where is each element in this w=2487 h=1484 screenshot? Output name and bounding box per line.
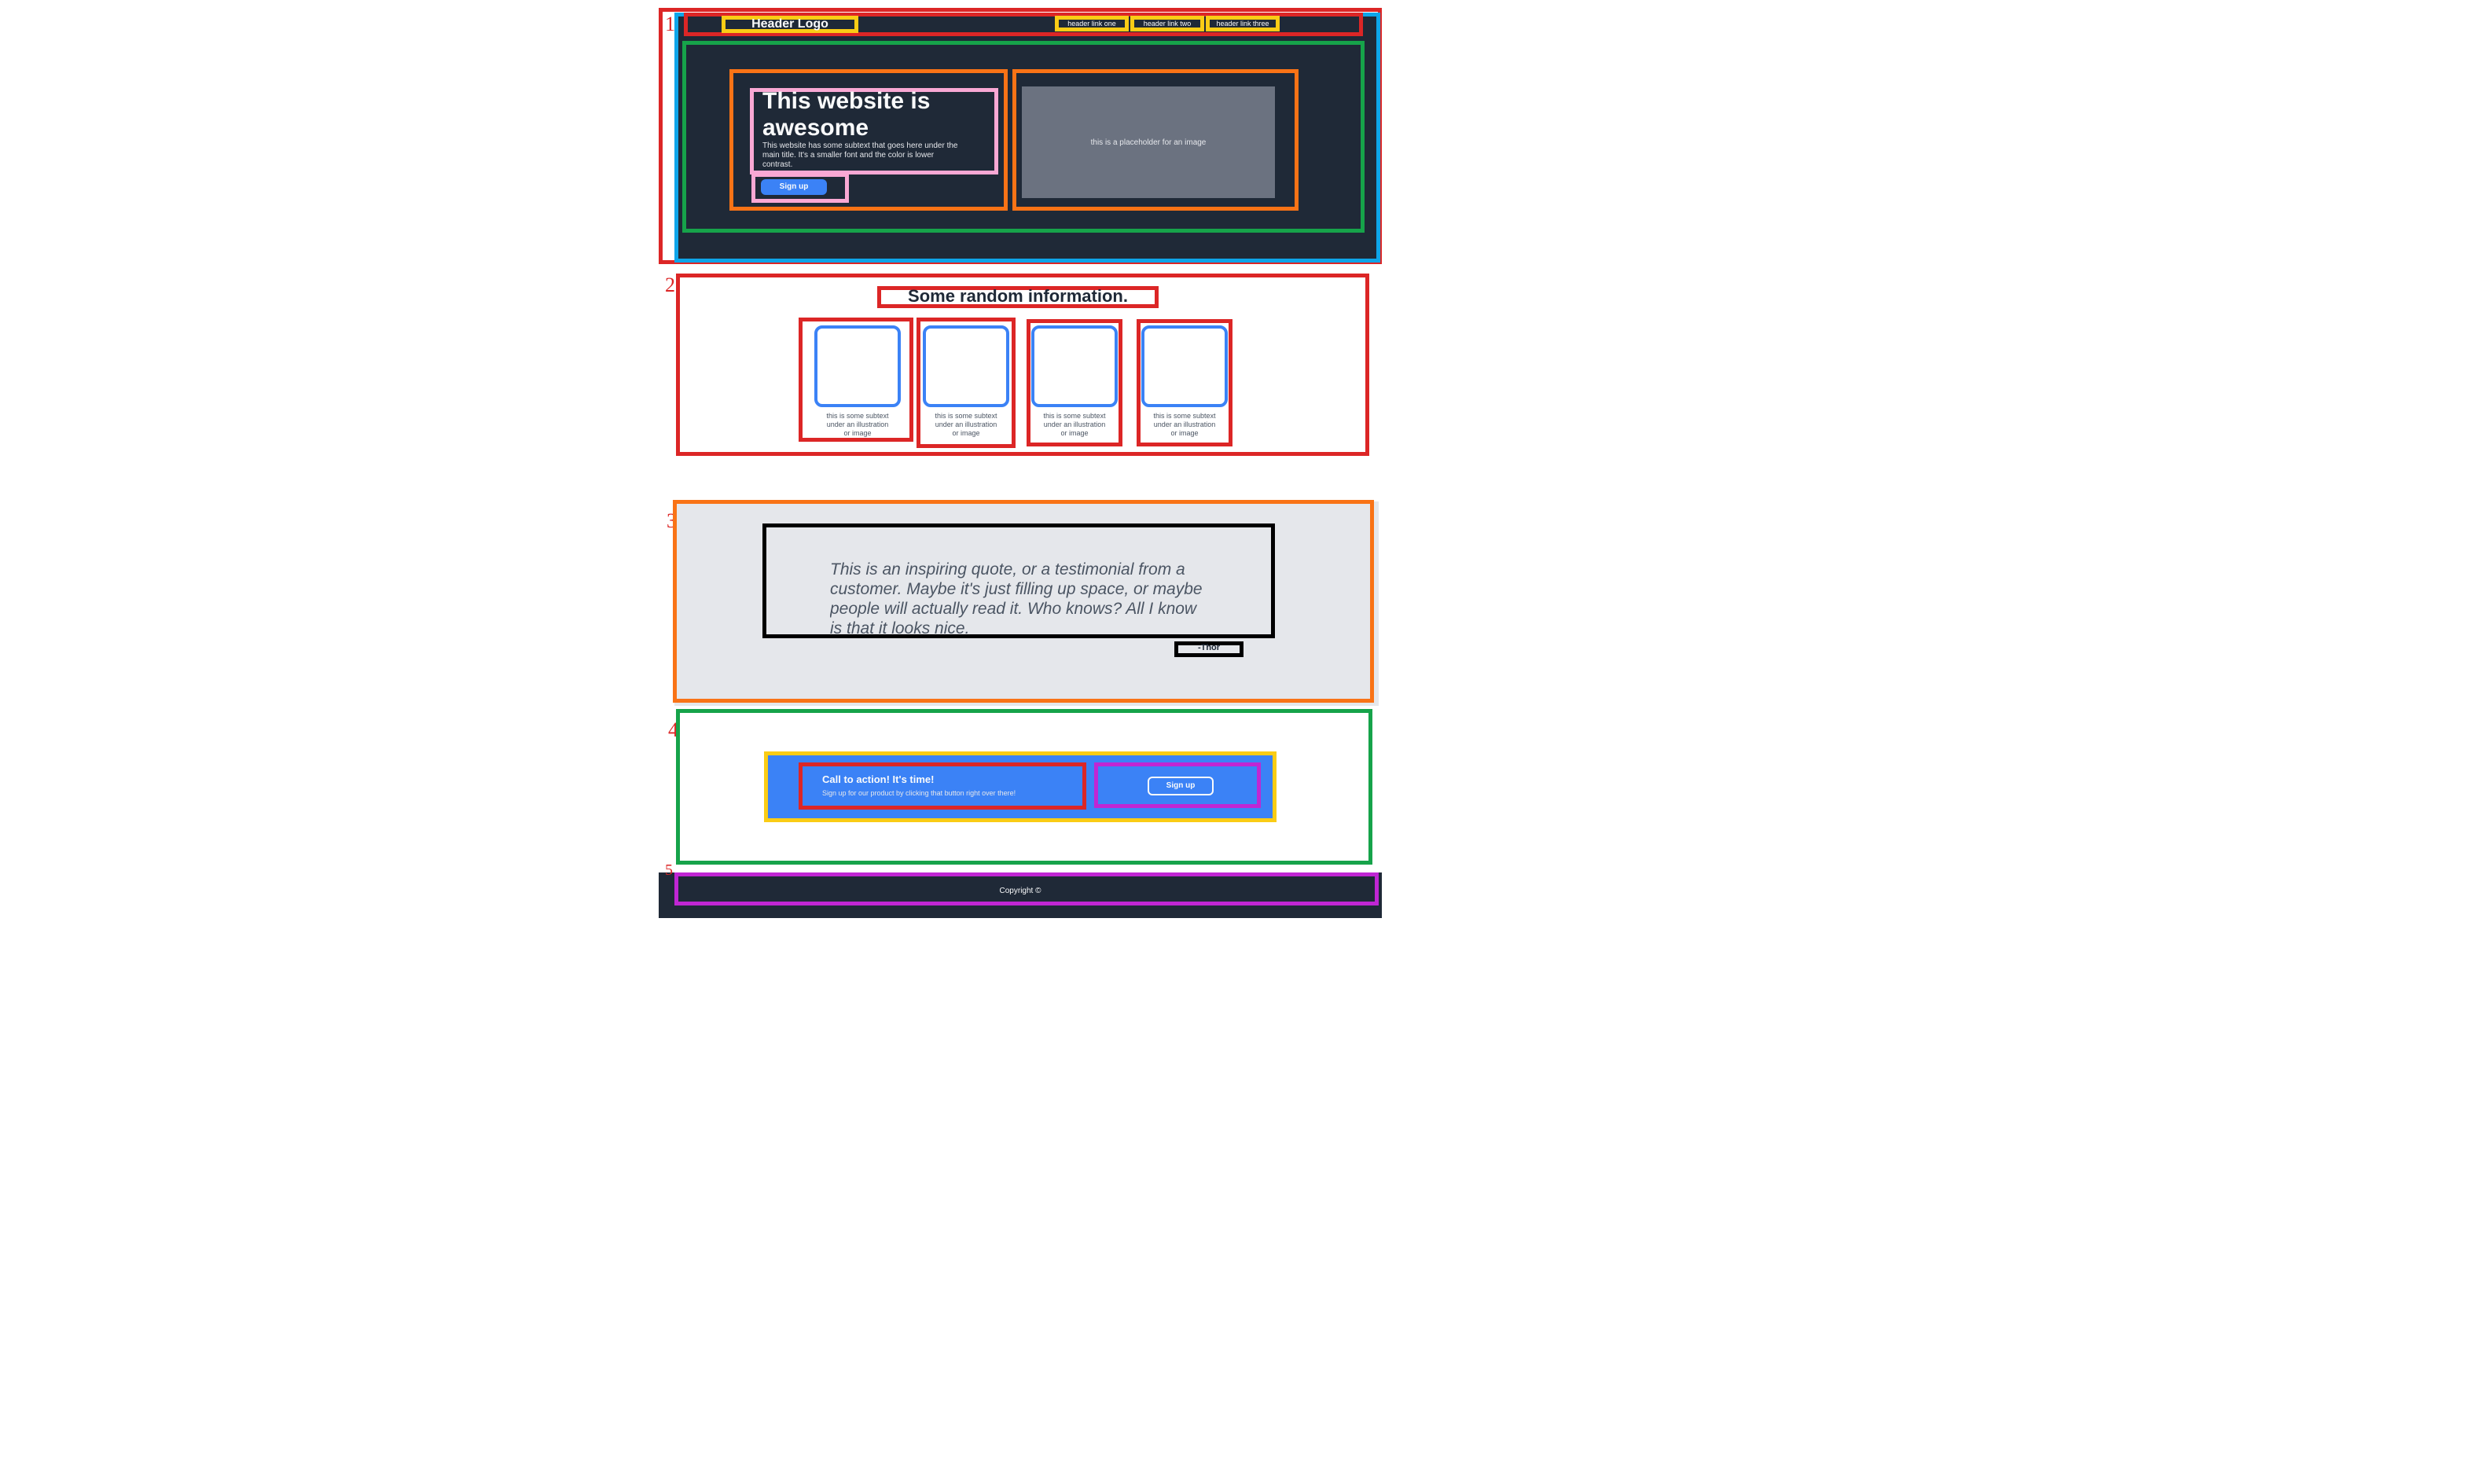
nav-link-two[interactable]: header link two <box>1130 17 1204 30</box>
cta-signup-button[interactable]: Sign up <box>1148 777 1214 795</box>
card-illustration <box>1141 325 1228 407</box>
quote-text: This is an inspiring quote, or a testimo… <box>830 560 1255 635</box>
hero-subtext-line: main title. It's a smaller font and the … <box>762 151 935 160</box>
card-caption-line: or image <box>843 429 872 437</box>
card-caption-line: under an illustration <box>826 421 889 428</box>
card-caption-line: under an illustration <box>935 421 997 428</box>
hero-title-line: This website is <box>762 88 931 114</box>
card-caption: this is some subtext under an illustrati… <box>806 412 909 438</box>
card-illustration <box>923 325 1009 407</box>
card-caption-line: or image <box>1170 429 1199 437</box>
card-caption-line: under an illustration <box>1153 421 1216 428</box>
hero-subtext-line: contrast. <box>762 160 793 169</box>
cta-title: Call to action! It's time! <box>822 773 935 785</box>
card-caption: this is some subtext under an illustrati… <box>1028 412 1121 438</box>
quote-line: is that it looks nice. <box>830 619 970 635</box>
hero-subtext: This website has some subtext that goes … <box>762 141 990 170</box>
quote-author: -Thor <box>1197 643 1221 652</box>
card-illustration <box>814 325 901 407</box>
card-caption-line: this is some subtext <box>1043 412 1106 420</box>
section-marker: 5 <box>665 861 673 879</box>
card-caption-line: this is some subtext <box>826 412 889 420</box>
card-caption-line: this is some subtext <box>1153 412 1216 420</box>
hero-signup-button[interactable]: Sign up <box>761 179 827 195</box>
card-caption: this is some subtext under an illustrati… <box>918 412 1014 438</box>
cta-subtext: Sign up for our product by clicking that… <box>822 789 1016 797</box>
quote-line: people will actually read it. Who knows?… <box>830 600 1197 618</box>
quote-line: This is an inspiring quote, or a testimo… <box>830 560 1185 579</box>
card-caption-line: or image <box>952 429 980 437</box>
card-caption-line: this is some subtext <box>935 412 997 420</box>
quote-line: customer. Maybe it's just filling up spa… <box>830 580 1203 598</box>
nav-link-three[interactable]: header link three <box>1206 17 1280 30</box>
hero-title-line: awesome <box>762 115 869 141</box>
header-logo[interactable]: Header Logo <box>722 16 858 33</box>
section-marker: 1 <box>665 13 675 35</box>
hero-title: This website is awesome <box>762 88 990 141</box>
card-caption-line: under an illustration <box>1043 421 1106 428</box>
hero-image-placeholder: this is a placeholder for an image <box>1022 86 1275 198</box>
nav-link-one[interactable]: header link one <box>1055 17 1129 30</box>
cta-text-outline <box>799 762 1086 810</box>
hero-subtext-line: This website has some subtext that goes … <box>762 141 958 150</box>
info-title: Some random information. <box>908 286 1128 306</box>
copyright-text: Copyright © <box>999 887 1041 895</box>
card-caption: this is some subtext under an illustrati… <box>1138 412 1231 438</box>
card-illustration <box>1031 325 1118 407</box>
section-marker: 2 <box>665 274 675 296</box>
card-caption-line: or image <box>1060 429 1089 437</box>
